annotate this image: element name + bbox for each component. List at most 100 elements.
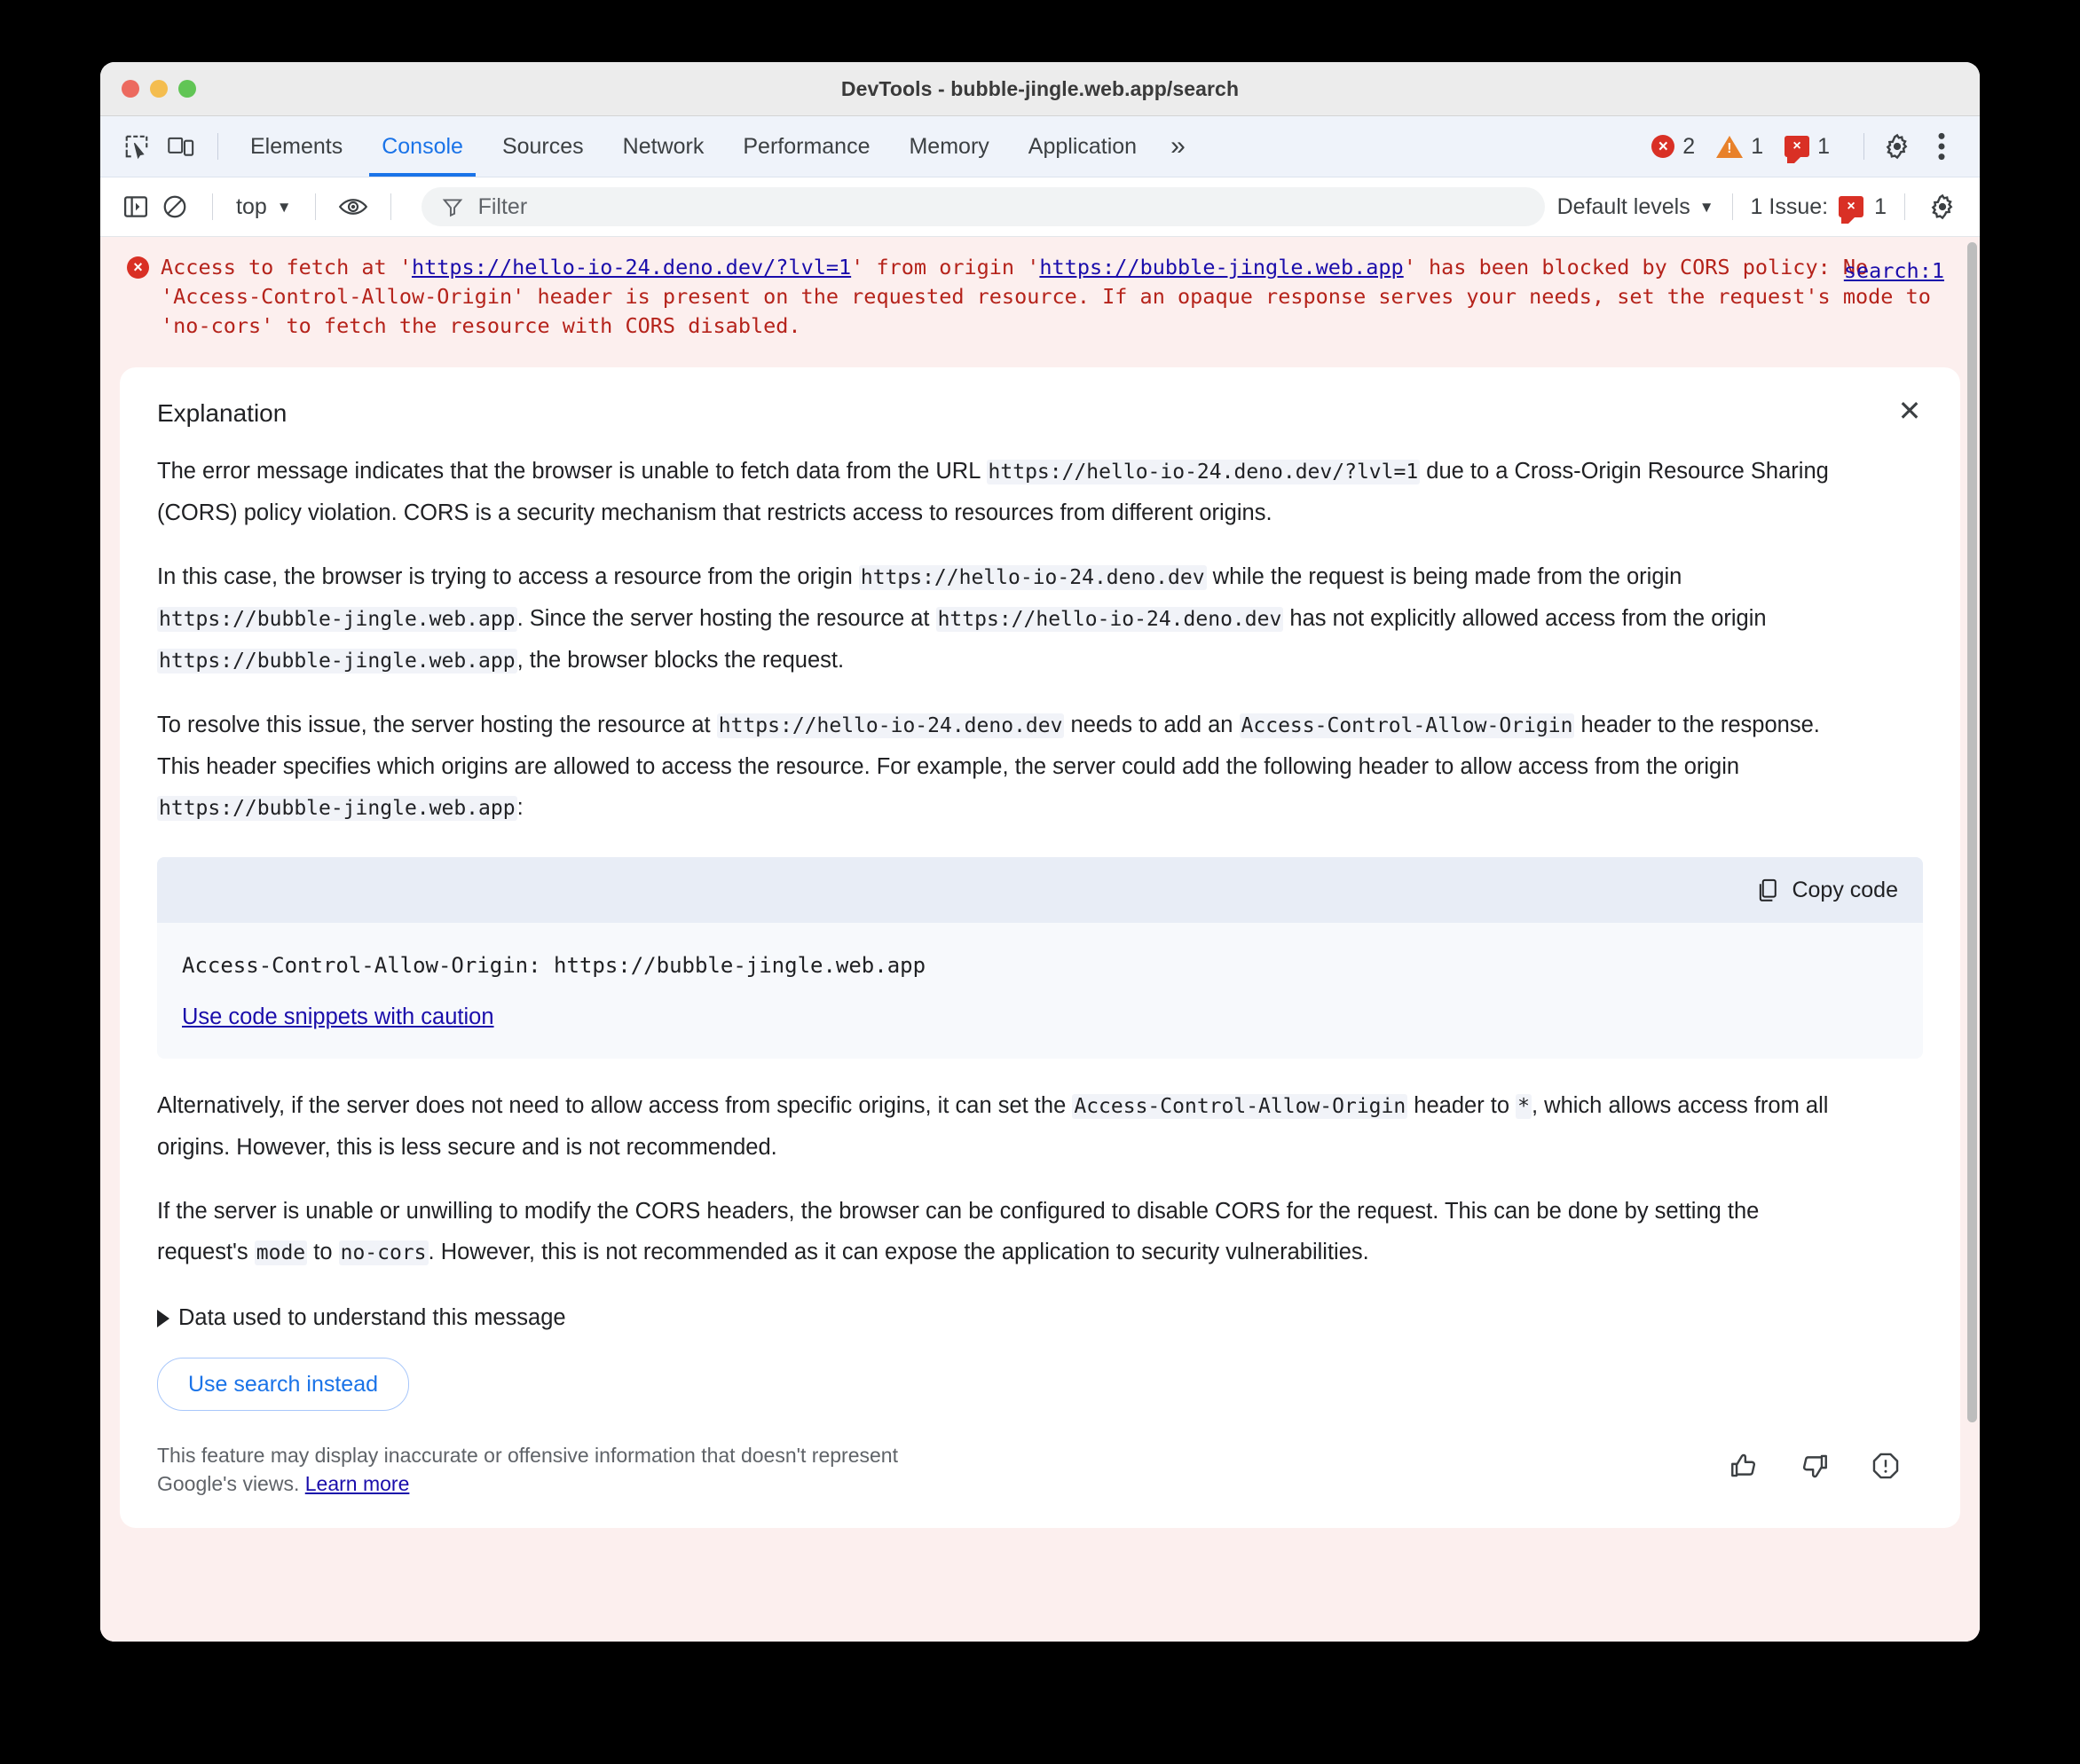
explanation-paragraphs: The error message indicates that the bro… (157, 451, 1923, 829)
tab-sources[interactable]: Sources (483, 116, 603, 177)
tab-network[interactable]: Network (603, 116, 724, 177)
learn-more-link[interactable]: Learn more (305, 1472, 410, 1495)
gear-icon[interactable] (1923, 187, 1962, 226)
explanation-card: Explanation ✕ The error message indicate… (120, 367, 1960, 1528)
code-snippet-body: Access-Control-Allow-Origin: https://bub… (157, 923, 1923, 1059)
data-used-disclosure[interactable]: Data used to understand this message (157, 1305, 1923, 1331)
warning-triangle-icon (1716, 135, 1744, 158)
devtools-window: DevTools - bubble-jingle.web.app/search … (100, 62, 1980, 1642)
console-body: × Access to fetch at 'https://hello-io-2… (100, 237, 1980, 1642)
error-text-part1: Access to fetch at ' (161, 255, 412, 280)
inline-code: https://hello-io-24.deno.dev (716, 713, 1065, 738)
error-count-label: 2 (1682, 133, 1696, 159)
console-scrollbar[interactable] (1966, 237, 1978, 1642)
warning-counter[interactable]: 1 (1716, 134, 1763, 160)
error-circle-icon: × (1651, 135, 1675, 158)
issues-count-value: 1 (1874, 193, 1887, 219)
code-snippet-text: Access-Control-Allow-Origin: https://bub… (182, 953, 926, 978)
execution-context-select[interactable]: top ▼ (231, 194, 297, 220)
error-url-link-1[interactable]: https://hello-io-24.deno.dev/?lvl=1 (412, 255, 851, 280)
explanation-paragraph: Alternatively, if the server does not ne… (157, 1093, 1829, 1160)
error-source-link[interactable]: search:1 (1844, 256, 1944, 286)
console-sidebar-icon[interactable] (116, 187, 155, 226)
explanation-paragraphs-after: Alternatively, if the server does not ne… (157, 1085, 1923, 1273)
issues-link[interactable]: 1 Issue: × 1 (1750, 193, 1887, 224)
explanation-footer: This feature may display inaccurate or o… (157, 1441, 1923, 1498)
inline-code: https://hello-io-24.deno.dev/?lvl=1 (986, 460, 1421, 484)
close-icon[interactable]: ✕ (1891, 392, 1928, 429)
copy-code-button[interactable]: Copy code (1756, 878, 1898, 903)
inline-code: Access-Control-Allow-Origin (1072, 1094, 1408, 1119)
issue-speech-bubble-icon: × (1785, 136, 1810, 163)
error-circle-icon: × (127, 256, 149, 279)
window-title: DevTools - bubble-jingle.web.app/search (840, 76, 1240, 100)
error-counter[interactable]: × 2 (1651, 134, 1695, 160)
clear-console-icon[interactable] (155, 187, 194, 226)
thumb-up-icon[interactable] (1726, 1448, 1761, 1484)
window-titlebar: DevTools - bubble-jingle.web.app/search (100, 62, 1980, 116)
device-toolbar-icon[interactable] (161, 126, 201, 167)
zoom-window-button[interactable] (178, 80, 196, 98)
toolbar-divider (217, 133, 218, 160)
copy-code-label: Copy code (1792, 877, 1898, 902)
more-tabs-icon[interactable]: » (1156, 133, 1200, 160)
filter-input-wrapper[interactable]: Filter (421, 187, 1545, 226)
issues-label: 1 Issue: (1750, 193, 1829, 219)
chevron-right-icon (157, 1309, 169, 1327)
inspect-element-icon[interactable] (116, 126, 157, 167)
execution-context-label: top (236, 193, 267, 219)
log-levels-select[interactable]: Default levels ▼ (1557, 194, 1714, 220)
thumb-down-icon[interactable] (1797, 1448, 1832, 1484)
tabstrip-status-area: × 2 1 × 1 (1651, 126, 1966, 167)
report-icon[interactable] (1868, 1448, 1903, 1484)
issues-counter[interactable]: × 1 (1785, 134, 1830, 163)
inline-code: https://hello-io-24.deno.dev (858, 565, 1207, 590)
devtools-tabstrip: Elements Console Sources Network Perform… (100, 116, 1980, 177)
use-search-instead-button[interactable]: Use search instead (157, 1358, 410, 1411)
code-snippet-header: Copy code (157, 857, 1923, 923)
console-error-message[interactable]: × Access to fetch at 'https://hello-io-2… (100, 249, 1980, 353)
window-traffic-lights[interactable] (122, 80, 196, 98)
gear-icon[interactable] (1877, 126, 1918, 167)
tab-application[interactable]: Application (1009, 116, 1156, 177)
console-toolbar-divider-3 (390, 193, 391, 220)
explanation-paragraph: In this case, the browser is trying to a… (157, 564, 1767, 673)
panel-tabs: Elements Console Sources Network Perform… (231, 116, 1200, 177)
tab-elements[interactable]: Elements (231, 116, 362, 177)
error-text-part2: ' from origin ' (851, 255, 1040, 280)
explanation-paragraph: The error message indicates that the bro… (157, 459, 1829, 525)
filter-input[interactable]: Filter (478, 194, 528, 220)
minimize-window-button[interactable] (150, 80, 168, 98)
console-toolbar-divider-4 (1731, 193, 1733, 220)
issue-speech-bubble-icon: × (1839, 196, 1864, 224)
warning-count-label: 1 (1751, 133, 1764, 159)
code-snippet-block: Copy code Access-Control-Allow-Origin: h… (157, 857, 1923, 1059)
tab-memory[interactable]: Memory (889, 116, 1008, 177)
log-levels-label: Default levels (1556, 193, 1690, 219)
console-error-text: Access to fetch at 'https://hello-io-24.… (130, 253, 1944, 341)
inline-code: mode (254, 1240, 308, 1265)
close-window-button[interactable] (122, 80, 139, 98)
live-expression-icon[interactable] (334, 187, 373, 226)
inline-code: * (1516, 1094, 1532, 1119)
console-error-group: × Access to fetch at 'https://hello-io-2… (100, 237, 1980, 1642)
explanation-paragraph: If the server is unable or unwilling to … (157, 1199, 1760, 1265)
disclaimer-body: This feature may display inaccurate or o… (157, 1444, 898, 1495)
chevron-down-icon: ▼ (1698, 198, 1714, 216)
console-toolbar-divider-5 (1904, 193, 1905, 220)
inline-code: https://bubble-jingle.web.app (157, 796, 517, 821)
console-toolbar-divider-2 (314, 193, 316, 220)
scrollbar-thumb[interactable] (1967, 242, 1977, 1422)
status-divider (1863, 133, 1864, 160)
error-url-link-2[interactable]: https://bubble-jingle.web.app (1039, 255, 1403, 280)
tab-performance[interactable]: Performance (723, 116, 889, 177)
tab-console[interactable]: Console (362, 116, 483, 177)
console-toolbar: top ▼ Filter Default levels ▼ 1 Issue: ×… (100, 177, 1980, 237)
code-caution-link[interactable]: Use code snippets with caution (182, 1004, 494, 1030)
inline-code: Access-Control-Allow-Origin (1239, 713, 1575, 738)
explanation-paragraph: To resolve this issue, the server hostin… (157, 713, 1820, 821)
explanation-title: Explanation (157, 399, 288, 427)
data-used-label: Data used to understand this message (178, 1305, 566, 1330)
kebab-menu-icon[interactable] (1921, 126, 1962, 167)
disclaimer-text: This feature may display inaccurate or o… (157, 1441, 956, 1498)
